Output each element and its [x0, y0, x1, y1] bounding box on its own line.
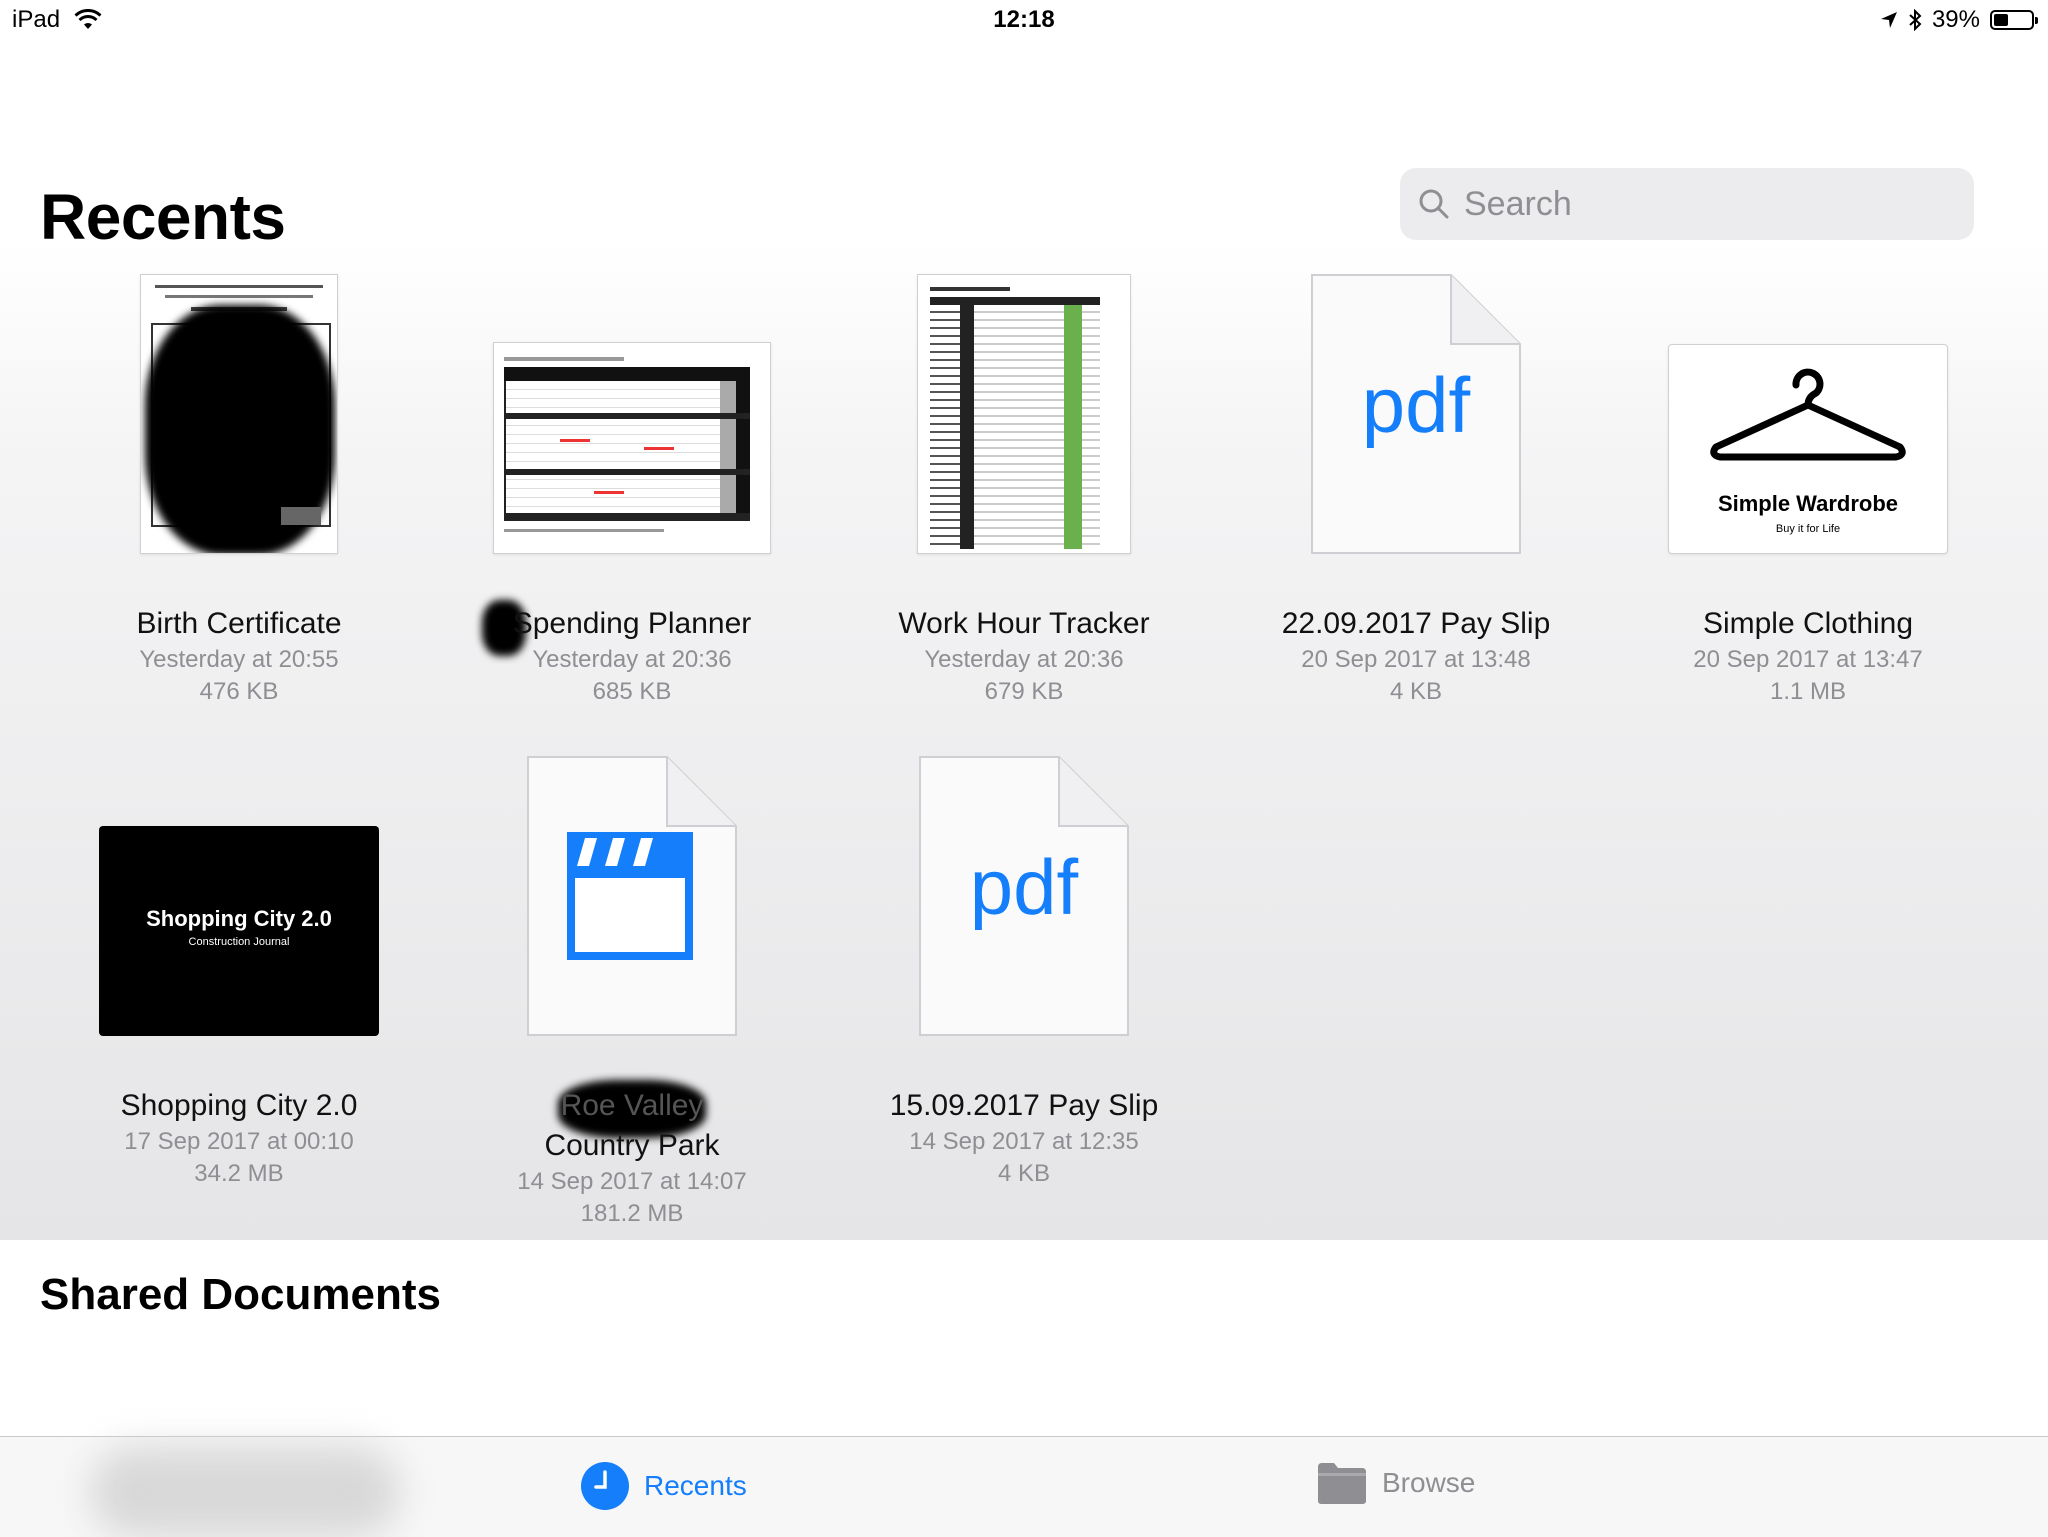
clapperboard-icon — [567, 832, 693, 960]
folder-icon — [1318, 1463, 1366, 1504]
file-size: 1.1 MB — [1769, 678, 1847, 705]
file-thumbnail[interactable]: pdf — [1246, 274, 1586, 554]
tab-recents[interactable]: Recents — [580, 1461, 747, 1511]
pdf-document-icon: pdf — [919, 756, 1129, 1036]
file-size: 34.2 MB — [194, 1160, 284, 1187]
file-item-work-hour-tracker[interactable]: Work Hour Tracker Yesterday at 20:36 679… — [854, 274, 1194, 705]
file-name: Simple Clothing — [1702, 607, 1914, 640]
video-document-icon — [527, 756, 737, 1036]
search-bar[interactable] — [1400, 168, 1974, 240]
file-name: Work Hour Tracker — [898, 607, 1150, 640]
scanned-document-thumbnail — [140, 274, 338, 554]
search-icon — [1419, 189, 1449, 219]
slide-subtitle: Construction Journal — [188, 936, 290, 948]
bluetooth-icon — [1909, 9, 1922, 31]
spreadsheet-thumbnail — [493, 342, 771, 554]
battery-level — [1994, 14, 2008, 26]
file-thumbnail[interactable] — [462, 274, 802, 554]
file-name-line-2: Country Park — [544, 1129, 720, 1162]
file-date: Yesterday at 20:36 — [924, 646, 1124, 673]
presentation-thumbnail: Simple Wardrobe Buy it for Life — [1668, 344, 1948, 554]
page-title: Recents — [40, 181, 286, 253]
file-thumbnail[interactable]: Shopping City 2.0 Construction Journal — [69, 756, 409, 1036]
spreadsheet-thumbnail — [917, 274, 1131, 554]
file-item-pay-slip-22-09-2017[interactable]: pdf 22.09.2017 Pay Slip 20 Sep 2017 at 1… — [1246, 274, 1586, 705]
clock-icon — [581, 1462, 629, 1510]
file-size: 476 KB — [199, 678, 279, 705]
status-bar: iPad 12:18 39% — [0, 0, 2048, 40]
file-item-birth-certificate[interactable]: Birth Certificate Yesterday at 20:55 476… — [69, 274, 409, 705]
file-date: 20 Sep 2017 at 13:48 — [1301, 646, 1531, 673]
recents-area: Recents Birth Certificate Yesterday at 2… — [0, 40, 2048, 1240]
file-thumbnail[interactable] — [462, 756, 802, 1036]
status-time: 12:18 — [993, 6, 1055, 33]
file-item-shopping-city[interactable]: Shopping City 2.0 Construction Journal S… — [69, 756, 409, 1187]
battery-percent: 39% — [1931, 6, 1980, 33]
file-date: Yesterday at 20:36 — [532, 646, 732, 673]
blurred-region — [90, 1447, 400, 1537]
slide-title: Shopping City 2.0 — [146, 906, 332, 931]
file-item-simple-clothing[interactable]: Simple Wardrobe Buy it for Life Simple C… — [1638, 274, 1978, 705]
file-size: 679 KB — [984, 678, 1064, 705]
file-name-line-1: Roe Valley — [560, 1089, 704, 1122]
section-title: Shared Documents — [40, 1270, 441, 1319]
file-thumbnail[interactable]: pdf — [854, 756, 1194, 1036]
file-size: 685 KB — [592, 678, 672, 705]
file-thumbnail[interactable] — [69, 274, 409, 554]
presentation-thumbnail: Shopping City 2.0 Construction Journal — [99, 826, 379, 1036]
file-item-pay-slip-15-09-2017[interactable]: pdf 15.09.2017 Pay Slip 14 Sep 2017 at 1… — [854, 756, 1194, 1187]
file-name: 15.09.2017 Pay Slip — [889, 1089, 1159, 1122]
status-right: 39% — [1880, 6, 2038, 34]
file-date: Yesterday at 20:55 — [139, 646, 339, 673]
battery-icon — [1990, 10, 2038, 30]
file-thumbnail[interactable] — [854, 274, 1194, 554]
shared-documents-section: Shared Documents — [0, 1240, 2048, 1436]
file-date: 14 Sep 2017 at 14:07 — [517, 1168, 747, 1195]
file-date: 14 Sep 2017 at 12:35 — [909, 1128, 1139, 1155]
search-input[interactable] — [1462, 183, 1946, 225]
pdf-document-icon: pdf — [1311, 274, 1521, 554]
tab-label: Recents — [644, 1470, 747, 1501]
tab-bar: Recents Browse — [0, 1436, 2048, 1537]
file-date: 17 Sep 2017 at 00:10 — [124, 1128, 354, 1155]
pdf-label: pdf — [1362, 361, 1471, 449]
file-size: 181.2 MB — [580, 1200, 684, 1227]
file-size: 4 KB — [1389, 678, 1443, 705]
location-arrow-icon — [1880, 12, 1897, 28]
file-name: 22.09.2017 Pay Slip — [1281, 607, 1551, 640]
file-item-roe-valley-country-park[interactable]: Roe Valley Country Park 14 Sep 2017 at 1… — [462, 756, 802, 1227]
file-date: 20 Sep 2017 at 13:47 — [1693, 646, 1923, 673]
slide-subtitle: Buy it for Life — [1775, 523, 1841, 535]
file-item-spending-planner[interactable]: Spending Planner Yesterday at 20:36 685 … — [462, 274, 802, 705]
slide-title: Simple Wardrobe — [1717, 491, 1899, 516]
file-name: Shopping City 2.0 — [120, 1089, 358, 1122]
file-name: Spending Planner — [512, 607, 752, 640]
hanger-icon — [1710, 368, 1906, 461]
pdf-label: pdf — [970, 843, 1079, 931]
file-name: Birth Certificate — [136, 607, 342, 640]
file-size: 4 KB — [997, 1160, 1051, 1187]
tab-browse[interactable]: Browse — [1316, 1461, 1475, 1505]
tab-label: Browse — [1382, 1467, 1476, 1498]
file-thumbnail[interactable]: Simple Wardrobe Buy it for Life — [1638, 274, 1978, 554]
